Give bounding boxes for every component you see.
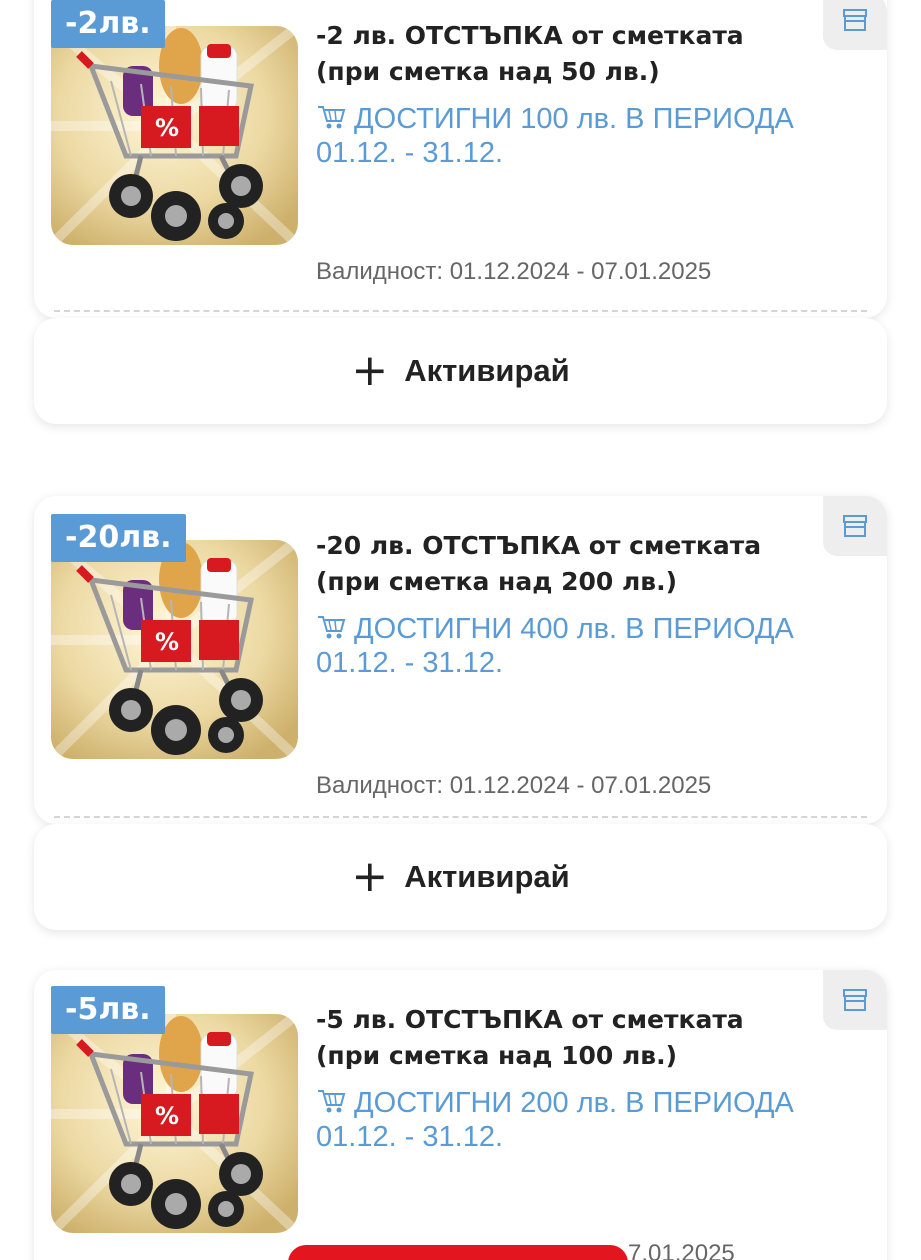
coupon-details[interactable]: % -2лв. -2 лв. ОТСТЪПКА от сметката (при… xyxy=(34,0,887,318)
shopping-cart-image: % xyxy=(51,26,298,245)
store-button[interactable] xyxy=(823,496,887,556)
activate-label: Активирай xyxy=(404,859,570,894)
promo-label: ДОСТИГНИ 200 лв. В ПЕРИОДА 01.12. - 31.1… xyxy=(316,1087,794,1153)
validity-text: Валидност: 01.12.2024 - 07.01.2025 xyxy=(316,258,712,285)
store-icon xyxy=(843,9,867,31)
plus-icon: + xyxy=(351,851,389,902)
cart-icon xyxy=(318,616,346,639)
coupon-title: -2 лв. ОТСТЪПКА от сметката (при сметка … xyxy=(316,21,744,86)
coupon-title: -5 лв. ОТСТЪПКА от сметката (при сметка … xyxy=(316,1005,744,1070)
coupon-card: % -20лв. -20 лв. ОТСТЪПКА от сметката (п… xyxy=(34,496,887,930)
activate-button[interactable]: + Активирай xyxy=(34,824,887,930)
validity-text: Валидност: 01.12.2024 - 07.01.2025 xyxy=(316,772,712,799)
store-button[interactable] xyxy=(823,0,887,50)
dashed-divider xyxy=(54,310,867,312)
promo-text: ДОСТИГНИ 400 лв. В ПЕРИОДА 01.12. - 31.1… xyxy=(316,612,836,680)
discount-badge: -2лв. xyxy=(51,0,165,48)
coupon-card: % -2лв. -2 лв. ОТСТЪПКА от сметката (при… xyxy=(34,0,887,424)
store-icon xyxy=(843,989,867,1011)
promo-text: ДОСТИГНИ 200 лв. В ПЕРИОДА 01.12. - 31.1… xyxy=(316,1086,836,1154)
floating-action-button[interactable] xyxy=(288,1245,628,1260)
coupon-details[interactable]: % -20лв. -20 лв. ОТСТЪПКА от сметката (п… xyxy=(34,496,887,824)
validity-text-partial: 7.01.2025 xyxy=(628,1240,735,1260)
activate-label: Активирай xyxy=(404,353,570,388)
svg-text:%: % xyxy=(155,1102,179,1130)
store-icon xyxy=(843,515,867,537)
coupon-list-page: % -2лв. -2 лв. ОТСТЪПКА от сметката (при… xyxy=(0,0,921,1260)
shopping-cart-image: % xyxy=(51,540,298,759)
store-button[interactable] xyxy=(823,970,887,1030)
svg-text:%: % xyxy=(155,114,179,142)
promo-label: ДОСТИГНИ 400 лв. В ПЕРИОДА 01.12. - 31.1… xyxy=(316,613,794,679)
dashed-divider xyxy=(54,816,867,818)
promo-label: ДОСТИГНИ 100 лв. В ПЕРИОДА 01.12. - 31.1… xyxy=(316,103,794,169)
svg-text:%: % xyxy=(155,628,179,656)
discount-badge: -20лв. xyxy=(51,514,186,562)
discount-badge: -5лв. xyxy=(51,986,165,1034)
plus-icon: + xyxy=(351,345,389,396)
cart-icon xyxy=(318,1090,346,1113)
coupon-title: -20 лв. ОТСТЪПКА от сметката (при сметка… xyxy=(316,531,762,596)
promo-text: ДОСТИГНИ 100 лв. В ПЕРИОДА 01.12. - 31.1… xyxy=(316,102,836,170)
coupon-details[interactable]: % -5лв. -5 лв. ОТСТЪПКА от сметката (при… xyxy=(34,970,887,1260)
cart-icon xyxy=(318,106,346,129)
shopping-cart-image: % xyxy=(51,1014,298,1233)
activate-button[interactable]: + Активирай xyxy=(34,318,887,424)
coupon-card: % -5лв. -5 лв. ОТСТЪПКА от сметката (при… xyxy=(34,970,887,1260)
